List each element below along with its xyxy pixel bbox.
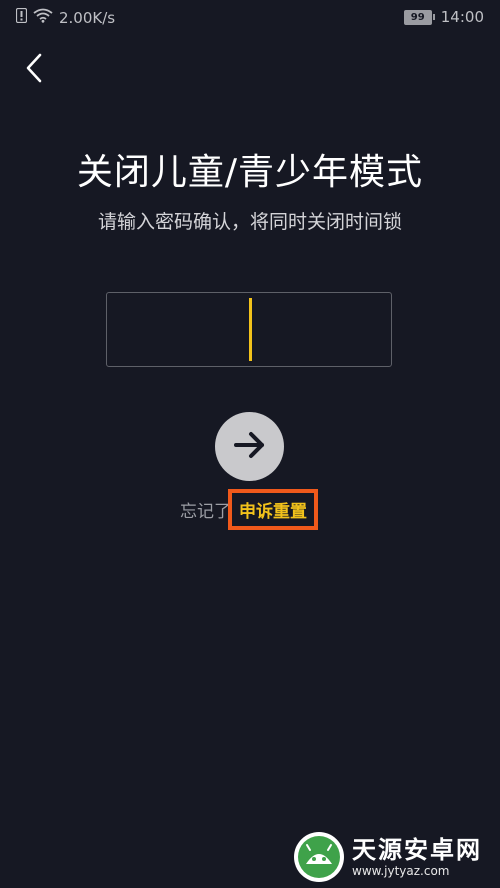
status-bar: 2.00K/s 99 14:00 <box>0 0 500 36</box>
clock: 14:00 <box>440 8 484 26</box>
alert-icon <box>15 7 28 27</box>
status-left: 2.00K/s <box>15 7 116 27</box>
battery-icon: 99 <box>403 9 435 25</box>
watermark-logo-icon <box>292 830 346 884</box>
password-input[interactable] <box>106 292 392 367</box>
forgot-text: 忘记了 <box>180 501 231 522</box>
back-button[interactable] <box>14 50 54 90</box>
forgot-password-row: 忘记了 申诉重置 <box>180 486 318 532</box>
back-arrow-icon <box>25 53 43 87</box>
network-speed: 2.00K/s <box>59 8 116 27</box>
page-title: 关闭儿童/青少年模式 <box>76 152 424 193</box>
submit-button[interactable] <box>215 412 284 481</box>
wifi-icon <box>33 8 53 27</box>
status-right: 99 14:00 <box>403 8 484 26</box>
watermark-url: www.jytyaz.com <box>352 864 450 878</box>
watermark-text: 天源安卓网 www.jytyaz.com <box>352 836 482 878</box>
text-cursor <box>249 298 252 361</box>
watermark-name: 天源安卓网 <box>352 836 482 864</box>
watermark: 天源安卓网 www.jytyaz.com <box>292 830 482 884</box>
appeal-reset-link[interactable]: 申诉重置 <box>228 488 318 530</box>
page-subtitle: 请输入密码确认，将同时关闭时间锁 <box>97 211 402 233</box>
battery-level: 99 <box>403 9 432 25</box>
arrow-right-icon <box>233 430 267 464</box>
